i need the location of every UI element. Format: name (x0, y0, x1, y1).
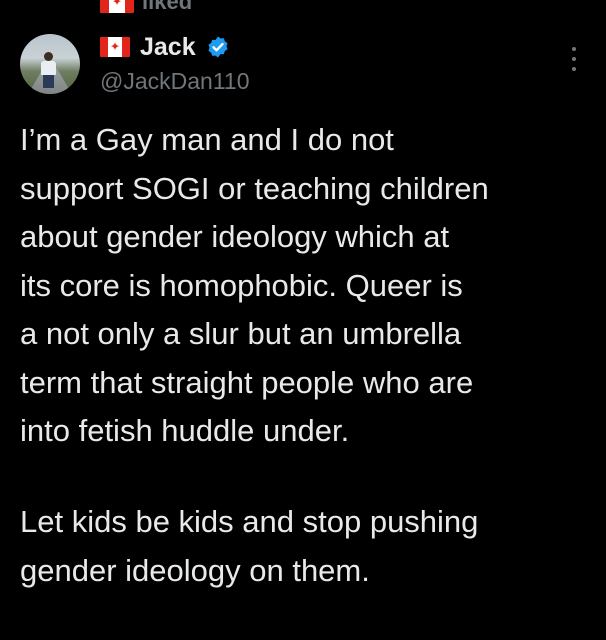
author-name-row[interactable]: ✦ Jack (100, 32, 230, 62)
display-name[interactable]: Jack (140, 33, 196, 62)
more-vertical-icon[interactable] (562, 44, 586, 74)
author-handle[interactable]: @JackDan110 (100, 68, 250, 95)
tweet-text-paragraph-2: Let kids be kids and stop pushing gender… (20, 504, 479, 588)
verified-badge-icon (208, 36, 228, 58)
social-context-text: liked (142, 0, 193, 14)
tweet-text-paragraph-1: I’m a Gay man and I do not support SOGI … (20, 122, 489, 448)
canada-flag-icon: ✦ (100, 0, 134, 13)
avatar[interactable] (20, 34, 80, 94)
canada-flag-icon: ✦ (100, 37, 130, 57)
social-context[interactable]: ✦ liked (100, 0, 192, 16)
